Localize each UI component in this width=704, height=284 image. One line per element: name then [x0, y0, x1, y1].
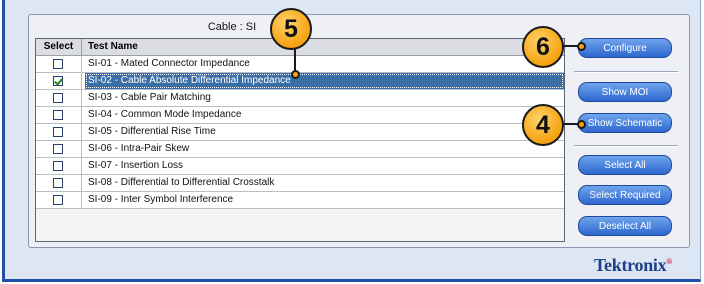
select-cell	[36, 158, 82, 174]
select-cell	[36, 124, 82, 140]
test-name-column-header[interactable]: Test Name	[88, 39, 138, 55]
table-row[interactable]: SI-02 - Cable Absolute Differential Impe…	[36, 73, 564, 90]
select-cell	[36, 192, 82, 208]
select-cell	[36, 56, 82, 72]
button-separator	[574, 71, 678, 73]
select-column-header[interactable]: Select	[36, 39, 82, 55]
deselect-all-button[interactable]: Deselect All	[578, 216, 672, 236]
select-cell	[36, 107, 82, 123]
callout-6-anchor	[577, 42, 586, 51]
table-row[interactable]: SI-01 - Mated Connector Impedance	[36, 56, 564, 73]
configure-button[interactable]: Configure	[578, 38, 672, 58]
table-row[interactable]: SI-07 - Insertion Loss	[36, 158, 564, 175]
select-cell	[36, 175, 82, 191]
show-moi-button[interactable]: Show MOI	[578, 82, 672, 102]
checkmark-icon	[54, 76, 63, 86]
test-name[interactable]: SI-01 - Mated Connector Impedance	[85, 56, 564, 72]
show-schematic-button[interactable]: Show Schematic	[578, 113, 672, 133]
test-checkbox[interactable]	[53, 144, 63, 154]
callout-5: 5	[270, 8, 312, 50]
test-checkbox[interactable]	[53, 127, 63, 137]
test-table: Select Test Name SI-01 - Mated Connector…	[35, 38, 565, 242]
registered-mark: ®	[666, 257, 673, 266]
test-checkbox[interactable]	[53, 161, 63, 171]
brand-name: Tektronix	[594, 255, 667, 275]
select-cell	[36, 141, 82, 157]
callout-6: 6	[522, 26, 564, 68]
test-name[interactable]: SI-04 - Common Mode Impedance	[85, 107, 564, 123]
callout-5-anchor	[291, 70, 300, 79]
test-name[interactable]: SI-07 - Insertion Loss	[85, 158, 564, 174]
test-name[interactable]: SI-05 - Differential Rise Time	[85, 124, 564, 140]
select-cell	[36, 73, 82, 89]
test-checkbox[interactable]	[53, 59, 63, 69]
test-name[interactable]: SI-09 - Inter Symbol Interference	[85, 192, 564, 208]
test-name[interactable]: SI-06 - Intra-Pair Skew	[85, 141, 564, 157]
test-checkbox[interactable]	[53, 110, 63, 120]
button-separator	[574, 145, 678, 147]
table-row[interactable]: SI-09 - Inter Symbol Interference	[36, 192, 564, 209]
test-checkbox[interactable]	[53, 93, 63, 103]
select-required-button[interactable]: Select Required	[578, 185, 672, 205]
callout-4: 4	[522, 104, 564, 146]
test-checkbox[interactable]	[53, 76, 63, 86]
test-name[interactable]: SI-02 - Cable Absolute Differential Impe…	[85, 73, 564, 89]
test-name[interactable]: SI-08 - Differential to Differential Cro…	[85, 175, 564, 191]
select-cell	[36, 90, 82, 106]
callout-4-anchor	[577, 120, 586, 129]
select-all-button[interactable]: Select All	[578, 155, 672, 175]
table-row[interactable]: SI-08 - Differential to Differential Cro…	[36, 175, 564, 192]
table-row[interactable]: SI-04 - Common Mode Impedance	[36, 107, 564, 124]
table-row[interactable]: SI-05 - Differential Rise Time	[36, 124, 564, 141]
test-name[interactable]: SI-03 - Cable Pair Matching	[85, 90, 564, 106]
test-checkbox[interactable]	[53, 178, 63, 188]
table-row[interactable]: SI-06 - Intra-Pair Skew	[36, 141, 564, 158]
table-row[interactable]: SI-03 - Cable Pair Matching	[36, 90, 564, 107]
tektronix-logo: Tektronix®	[594, 255, 672, 276]
test-checkbox[interactable]	[53, 195, 63, 205]
